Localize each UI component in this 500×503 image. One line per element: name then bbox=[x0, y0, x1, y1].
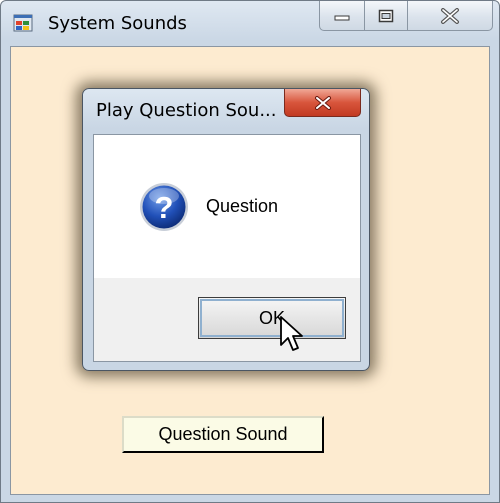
ok-button[interactable]: OK bbox=[198, 297, 346, 339]
question-icon: ? bbox=[140, 183, 188, 231]
message-text: Question bbox=[206, 196, 279, 216]
title-bar[interactable]: System Sounds bbox=[1, 1, 499, 47]
close-icon bbox=[314, 95, 331, 110]
svg-text:?: ? bbox=[155, 190, 174, 225]
dialog-title: Play Question Sou... bbox=[96, 100, 277, 121]
maximize-icon bbox=[378, 9, 394, 22]
close-icon bbox=[441, 7, 459, 24]
message-box-dialog: Play Question Sou... ? Question OK bbox=[82, 88, 370, 371]
dialog-body: ? Question OK bbox=[93, 134, 361, 362]
question-sound-button[interactable]: Question Sound bbox=[122, 416, 324, 453]
maximize-button[interactable] bbox=[364, 1, 408, 31]
window-title: System Sounds bbox=[48, 13, 187, 34]
caption-buttons bbox=[319, 1, 493, 31]
minimize-icon bbox=[334, 15, 350, 20]
close-button[interactable] bbox=[407, 1, 493, 31]
message-area: ? Question bbox=[94, 135, 360, 278]
button-area: OK bbox=[94, 278, 360, 361]
windows-app-icon bbox=[13, 14, 33, 32]
minimize-button[interactable] bbox=[319, 1, 365, 31]
dialog-close-button[interactable] bbox=[284, 89, 361, 117]
arrow-pointer-icon bbox=[280, 316, 303, 351]
